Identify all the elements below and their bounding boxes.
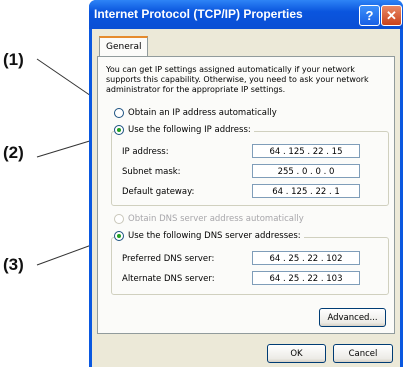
dialog-client-area: General You can get IP settings assigned… — [92, 29, 400, 367]
obtain-dns-auto-option[interactable]: Obtain DNS server address automatically — [114, 214, 304, 224]
alternate-dns-input[interactable]: 64 . 25 . 22 . 103 — [252, 271, 360, 285]
default-gateway-label: Default gateway: — [122, 187, 195, 197]
ip-address-label: IP address: — [122, 147, 169, 157]
cancel-button[interactable]: Cancel — [333, 344, 393, 363]
use-following-dns-option[interactable]: Use the following DNS server addresses: — [114, 231, 304, 241]
window-title: Internet Protocol (TCP/IP) Properties — [94, 7, 303, 21]
use-following-ip-radio[interactable] — [114, 125, 124, 135]
tab-general[interactable]: General — [99, 36, 149, 57]
obtain-ip-auto-option[interactable]: Obtain an IP address automatically — [114, 108, 277, 118]
obtain-ip-auto-radio[interactable] — [114, 108, 124, 118]
dns-server-group — [111, 237, 389, 295]
ip-address-input[interactable]: 64 . 125 . 22 . 15 — [252, 144, 360, 158]
advanced-button[interactable]: Advanced... — [319, 308, 386, 327]
obtain-dns-auto-radio[interactable] — [114, 214, 124, 224]
obtain-dns-auto-label: Obtain DNS server address automatically — [128, 214, 304, 224]
tcpip-properties-dialog: Internet Protocol (TCP/IP) Properties ? … — [89, 0, 403, 367]
preferred-dns-label: Preferred DNS server: — [122, 254, 215, 264]
ok-button[interactable]: OK — [267, 344, 326, 363]
help-icon[interactable]: ? — [359, 5, 380, 26]
alternate-dns-label: Alternate DNS server: — [122, 274, 215, 284]
obtain-ip-auto-label: Obtain an IP address automatically — [128, 108, 277, 118]
use-following-ip-option[interactable]: Use the following IP address: — [114, 125, 254, 135]
intro-text: You can get IP settings assigned automat… — [106, 65, 369, 94]
close-icon[interactable]: ✕ — [381, 5, 402, 26]
use-following-dns-label: Use the following DNS server addresses: — [128, 231, 301, 241]
default-gateway-input[interactable]: 64 . 125 . 22 . 1 — [252, 184, 360, 198]
use-following-ip-label: Use the following IP address: — [128, 125, 251, 135]
title-bar: Internet Protocol (TCP/IP) Properties ? … — [89, 0, 403, 29]
subnet-mask-input[interactable]: 255 . 0 . 0 . 0 — [252, 164, 360, 178]
preferred-dns-input[interactable]: 64 . 25 . 22 . 102 — [252, 251, 360, 265]
subnet-mask-label: Subnet mask: — [122, 167, 181, 177]
general-tab-panel: You can get IP settings assigned automat… — [97, 56, 395, 334]
use-following-dns-radio[interactable] — [114, 231, 124, 241]
